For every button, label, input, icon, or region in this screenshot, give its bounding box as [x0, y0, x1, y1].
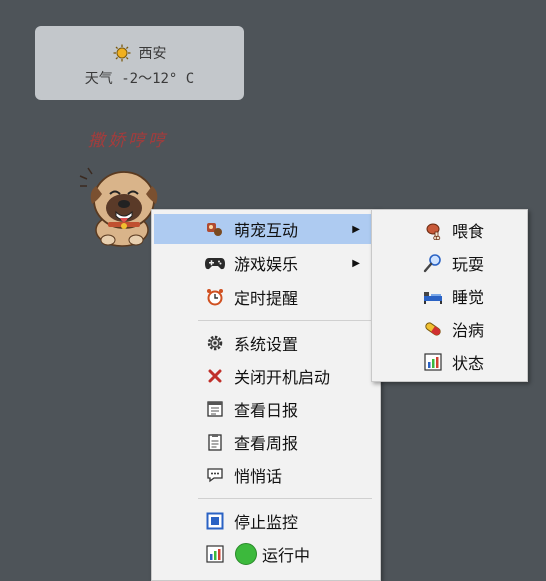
submenu-item-status[interactable]: 状态: [374, 347, 525, 377]
gear-icon: [204, 332, 226, 354]
close-x-icon: [204, 365, 226, 387]
alarm-clock-icon: [204, 286, 226, 308]
menu-item-label: 停止监控: [234, 513, 299, 532]
menu-item-whisper[interactable]: 悄悄话: [154, 460, 378, 490]
menu-separator: [198, 498, 372, 499]
daily-report-icon: [204, 398, 226, 420]
menu-item-label: 游戏娱乐: [234, 255, 299, 274]
menu-item-label: 悄悄话: [234, 467, 283, 486]
menu-item-label: 查看周报: [234, 434, 299, 453]
menu-item-stop-monitoring[interactable]: 停止监控: [154, 506, 378, 536]
sleep-icon: [422, 285, 444, 307]
chart-icon: [422, 351, 444, 373]
menu-separator: [198, 320, 372, 321]
context-menu: 萌宠互动 ▶ 游戏娱乐 ▶ 定时提醒 系统设置 关闭开机启动 查看日报 查看周报…: [151, 209, 381, 581]
stop-icon: [204, 510, 226, 532]
menu-item-label: 定时提醒: [234, 289, 299, 308]
menu-item-label: 关闭开机启动: [234, 368, 331, 387]
menu-item-label: 系统设置: [234, 335, 299, 354]
submenu-item-play[interactable]: 玩耍: [374, 248, 525, 278]
submenu-item-label: 睡觉: [452, 288, 485, 307]
submenu-item-cure[interactable]: 治病: [374, 314, 525, 344]
running-status-icon: [204, 543, 226, 565]
submenu-arrow-icon: ▶: [352, 257, 360, 269]
menu-item-games[interactable]: 游戏娱乐 ▶: [154, 248, 378, 278]
weather-temperature: 天气 -2～12° C: [84, 71, 195, 87]
menu-item-label: 萌宠互动: [234, 221, 299, 240]
submenu-arrow-icon: ▶: [352, 223, 360, 235]
menu-item-daily-report[interactable]: 查看日报: [154, 394, 378, 424]
gamepad-icon: [204, 252, 226, 274]
menu-item-running-status[interactable]: 运行中: [154, 539, 378, 569]
menu-item-settings[interactable]: 系统设置: [154, 328, 378, 358]
submenu-item-feed[interactable]: 喂食: [374, 215, 525, 245]
pill-icon: [422, 318, 444, 340]
menu-item-disable-autostart[interactable]: 关闭开机启动: [154, 361, 378, 391]
submenu-item-label: 玩耍: [452, 255, 485, 274]
weather-widget: 西安 天气 -2～12° C: [35, 26, 244, 100]
submenu-item-label: 状态: [452, 354, 485, 373]
pet-caption: 撒娇哼哼: [88, 131, 168, 151]
meat-icon: [422, 219, 444, 241]
weekly-report-icon: [204, 431, 226, 453]
menu-item-reminder[interactable]: 定时提醒: [154, 282, 378, 312]
menu-item-label: 查看日报: [234, 401, 299, 420]
sun-icon: [113, 44, 131, 62]
submenu-item-sleep[interactable]: 睡觉: [374, 281, 525, 311]
pet-paw-icon: [204, 218, 226, 240]
submenu-item-label: 喂食: [452, 222, 485, 241]
submenu-item-label: 治病: [452, 321, 485, 340]
toy-icon: [422, 252, 444, 274]
weather-city: 西安: [138, 46, 167, 62]
pet-interaction-submenu: 喂食 玩耍 睡觉 治病 状态: [371, 209, 528, 382]
menu-item-weekly-report[interactable]: 查看周报: [154, 427, 378, 457]
chat-bubble-icon: [204, 464, 226, 486]
menu-item-pet-interaction[interactable]: 萌宠互动 ▶: [154, 214, 378, 244]
menu-item-label: 运行中: [262, 546, 311, 565]
running-indicator-icon: [235, 543, 257, 565]
